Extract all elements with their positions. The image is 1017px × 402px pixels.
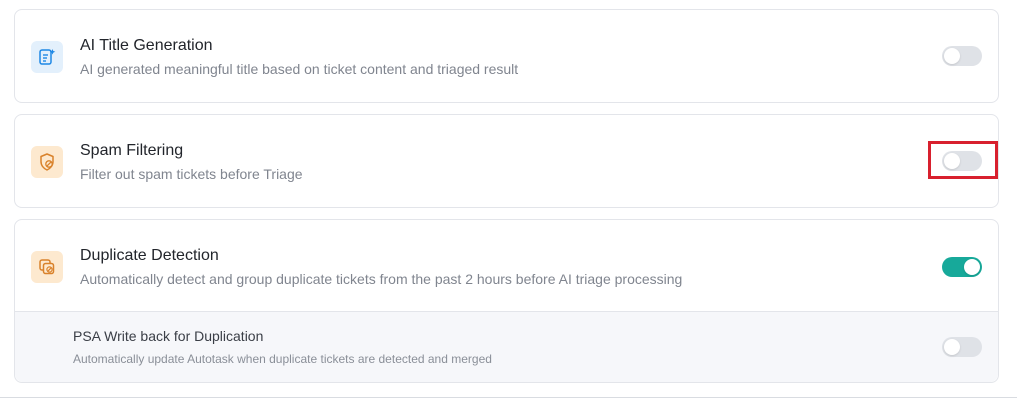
- highlight-box: [928, 141, 998, 179]
- setting-title: Duplicate Detection: [80, 247, 219, 264]
- duplicate-detection-icon-box: [31, 251, 63, 283]
- ai-title-generation-toggle[interactable]: [942, 46, 982, 66]
- spam-filtering-icon-box: [31, 146, 63, 178]
- psa-write-back-subsetting: PSA Write back for Duplication Automatic…: [15, 311, 998, 382]
- ai-edit-document-icon: [39, 49, 56, 65]
- shield-block-icon: [40, 153, 54, 171]
- setting-title: Spam Filtering: [80, 142, 184, 159]
- setting-card-ai-title: AI Title Generation AI generated meaning…: [14, 9, 999, 103]
- setting-description: AI generated meaningful title based on t…: [80, 61, 519, 77]
- setting-card-duplicate-detection: Duplicate Detection Automatically detect…: [14, 219, 999, 383]
- setting-description: Automatically detect and group duplicate…: [80, 271, 683, 287]
- setting-card-spam-filtering: Spam Filtering Filter out spam tickets b…: [14, 114, 999, 208]
- psa-write-back-toggle[interactable]: [942, 337, 982, 357]
- ai-title-icon-box: [31, 41, 63, 73]
- duplicate-detection-toggle[interactable]: [942, 257, 982, 277]
- divider: [0, 397, 1017, 398]
- setting-title: AI Title Generation: [80, 37, 213, 54]
- subsetting-title: PSA Write back for Duplication: [73, 328, 264, 344]
- toggle-knob: [944, 48, 960, 64]
- duplicate-block-icon: [39, 259, 55, 275]
- subsetting-description: Automatically update Autotask when dupli…: [73, 352, 492, 366]
- toggle-knob: [944, 339, 960, 355]
- toggle-knob: [964, 259, 980, 275]
- setting-description: Filter out spam tickets before Triage: [80, 166, 303, 182]
